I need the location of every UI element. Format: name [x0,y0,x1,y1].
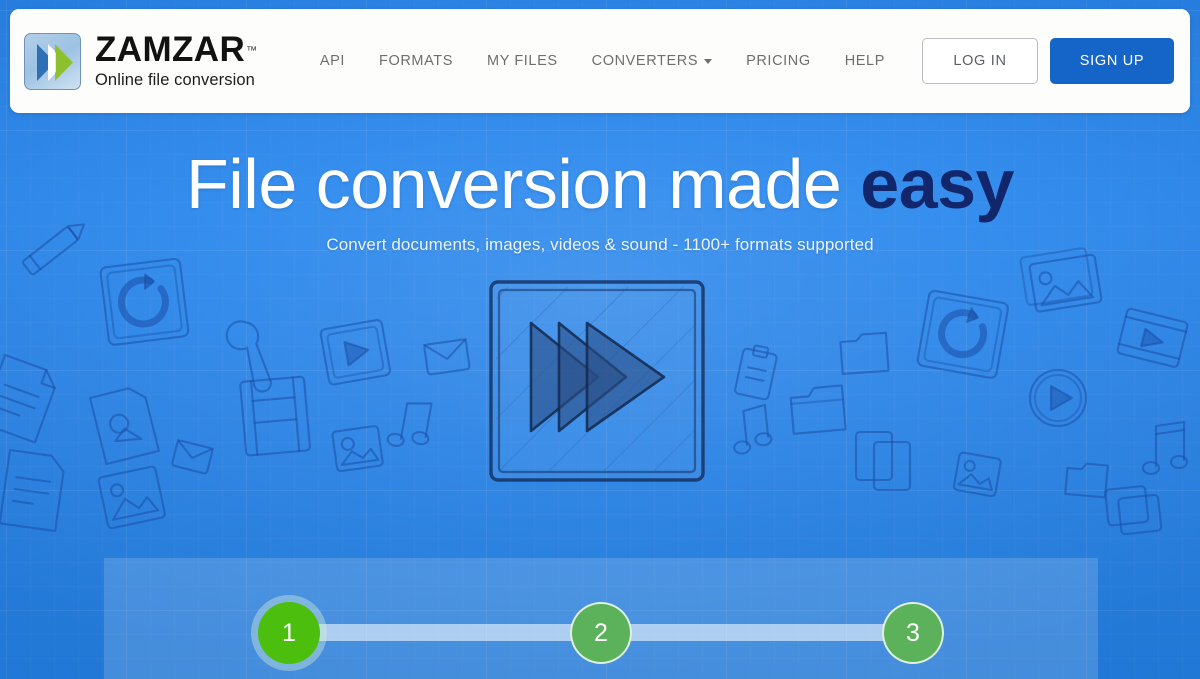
music-note-icon [1141,420,1189,476]
hero-title-main: File conversion made [186,145,861,223]
step-2[interactable]: 2 [570,602,632,664]
nav-converters[interactable]: CONVERTERS [575,45,729,77]
main-navigation: API FORMATS MY FILES CONVERTERS PRICING … [257,38,1178,84]
image-icon [952,451,1002,498]
folder-icon [1064,462,1109,499]
document-icon [0,448,65,533]
step-indicator: 1 2 3 [104,602,1098,664]
clipboard-icon [734,344,778,401]
image-icon [97,465,166,530]
play-circle-icon [1028,368,1088,428]
film-strip-icon [239,375,311,457]
nav-formats[interactable]: FORMATS [362,45,470,77]
wrench-icon [225,320,272,393]
login-button[interactable]: LOG IN [922,38,1038,84]
folder-icon [839,331,890,375]
refresh-circle-icon [916,289,1009,379]
step-1[interactable]: 1 [258,602,320,664]
nav-converters-label: CONVERTERS [591,53,699,69]
folder-icon [789,384,847,435]
hero-title: File conversion made easy [0,145,1200,223]
brand-text: ZAMZAR™ Online file conversion [95,32,257,91]
nav-api[interactable]: API [303,45,362,77]
photo-stack-icon [1019,247,1103,313]
step-3-number: 3 [906,618,920,647]
nav-my-files[interactable]: MY FILES [470,45,575,77]
hero-page: File conversion made easy Convert docume… [0,0,1200,679]
nav-pricing[interactable]: PRICING [729,45,828,77]
double-chevron-icon [24,32,81,90]
brand-logo[interactable]: ZAMZAR™ Online file conversion [24,32,257,91]
brand-tagline: Online file conversion [95,70,255,89]
hero-illustration [489,280,705,482]
document-icon [0,353,56,444]
film-strip-icon [1116,307,1189,368]
music-note-icon [386,402,433,448]
clipboard-icon [854,430,912,492]
envelope-icon [422,338,471,376]
brand-name: ZAMZAR [95,29,246,69]
chevron-down-icon [704,58,713,64]
step-3[interactable]: 3 [882,602,944,664]
envelope-icon [171,438,214,475]
step-2-number: 2 [594,618,608,647]
site-header: ZAMZAR™ Online file conversion API FORMA… [10,9,1190,113]
upload-step-panel: 1 2 3 [104,558,1098,679]
nav-help[interactable]: HELP [828,45,902,77]
document-icon [88,387,160,466]
trademark-symbol: ™ [246,45,258,58]
image-icon [1104,485,1163,536]
video-frame-icon [319,318,392,386]
step-1-number: 1 [282,618,296,647]
music-note-icon [733,403,773,455]
hero-title-accent: easy [860,145,1014,223]
hero-subtitle: Convert documents, images, videos & soun… [326,235,874,254]
header-card: ZAMZAR™ Online file conversion API FORMA… [10,9,1190,113]
refresh-circle-icon [99,257,190,346]
signup-button[interactable]: SIGN UP [1050,38,1174,84]
image-icon [331,425,384,473]
